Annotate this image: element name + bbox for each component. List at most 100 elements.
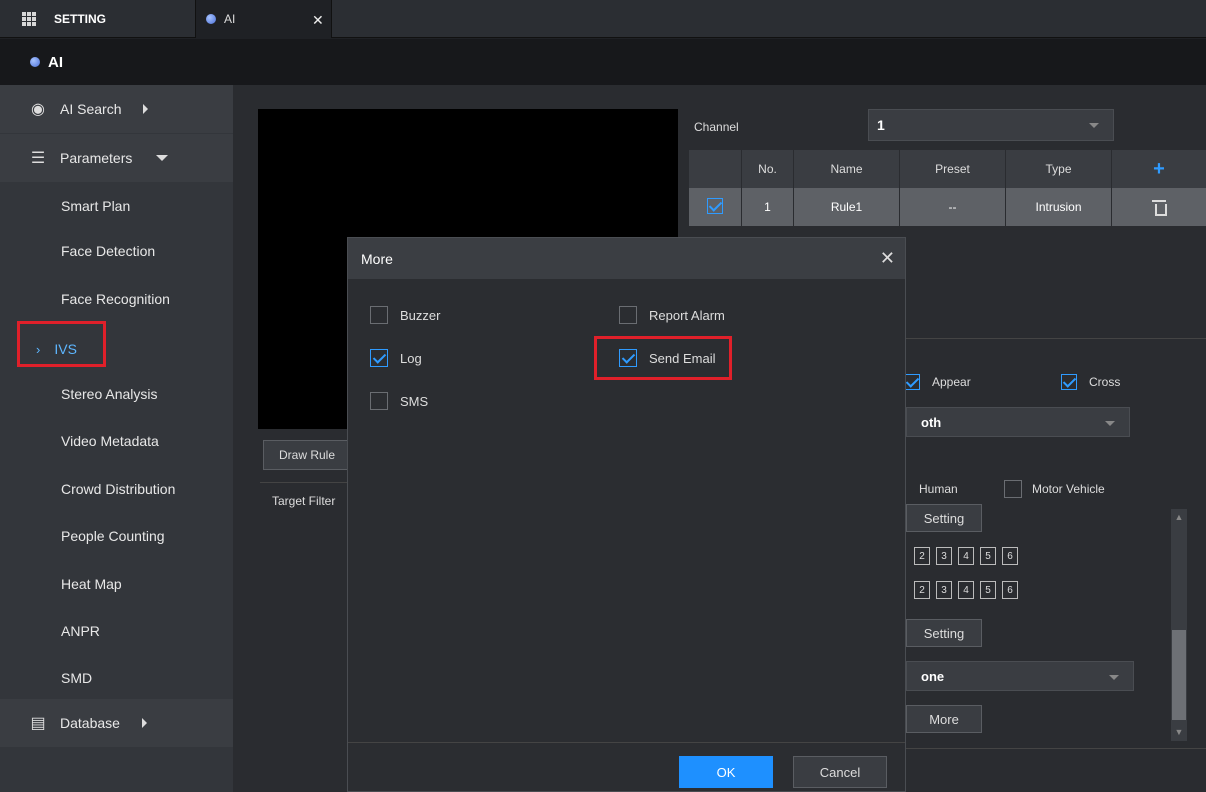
cross-option[interactable]: Cross <box>1061 374 1120 390</box>
channel-select[interactable]: 1 <box>868 109 1114 141</box>
cell-name: Rule1 <box>793 188 899 226</box>
channel-label: Channel <box>694 120 739 134</box>
sidebar-item-smart-plan[interactable]: Smart Plan <box>0 182 233 230</box>
ai-search-icon: ◉ <box>31 101 45 118</box>
sidebar-item-label: ANPR <box>61 623 100 639</box>
sidebar-item-ai-search[interactable]: ◉ AI Search <box>0 85 233 133</box>
chevron-down-icon <box>1109 675 1119 680</box>
log-option[interactable]: Log <box>370 349 422 367</box>
scrollbar-thumb[interactable] <box>1172 630 1186 720</box>
motor-vehicle-label: Motor Vehicle <box>1032 482 1105 496</box>
cell-preset: -- <box>899 188 1005 226</box>
draw-rule-button[interactable]: Draw Rule <box>263 440 351 470</box>
dialog-footer-divider <box>348 742 905 743</box>
sidebar-item-label: Face Detection <box>61 243 156 259</box>
sidebar: ◉ AI Search ☰ Parameters Smart Plan Face… <box>0 85 233 792</box>
rule-enable-checkbox[interactable] <box>707 197 723 214</box>
period-4[interactable]: 4 <box>958 581 974 599</box>
add-rule-icon[interactable]: + <box>1153 158 1165 181</box>
dialog-header: More ✕ <box>348 238 905 279</box>
buzzer-option[interactable]: Buzzer <box>370 306 440 324</box>
sidebar-item-heat-map[interactable]: Heat Map <box>0 560 233 608</box>
period-5[interactable]: 5 <box>980 547 996 565</box>
motor-vehicle-option[interactable]: Motor Vehicle <box>1004 480 1105 498</box>
linkage-select[interactable]: one <box>906 661 1134 691</box>
col-no: No. <box>741 150 793 188</box>
sidebar-item-face-detection[interactable]: Face Detection <box>0 227 233 275</box>
cross-label: Cross <box>1089 375 1121 389</box>
col-type: Type <box>1005 150 1111 188</box>
sidebar-item-smd[interactable]: SMD <box>0 654 233 702</box>
appear-checkbox[interactable] <box>904 374 920 390</box>
more-dialog: More ✕ Buzzer Report Alarm Log Send Emai… <box>347 237 906 792</box>
direction-select[interactable]: oth <box>906 407 1130 437</box>
buzzer-checkbox[interactable] <box>370 306 388 324</box>
ok-button[interactable]: OK <box>679 756 773 788</box>
appear-label: Appear <box>932 375 971 389</box>
tab-setting-label: SETTING <box>54 12 107 26</box>
send-email-highlight-box <box>594 336 732 380</box>
period-3[interactable]: 3 <box>936 581 952 599</box>
appear-option[interactable]: Appear <box>904 374 971 390</box>
sidebar-item-label: Stereo Analysis <box>61 386 158 402</box>
motor-vehicle-checkbox[interactable] <box>1004 480 1022 498</box>
sidebar-item-label: Smart Plan <box>61 198 131 214</box>
sms-checkbox[interactable] <box>370 392 388 410</box>
setting-button[interactable]: Setting <box>906 504 982 532</box>
chevron-down-icon <box>1089 123 1099 128</box>
sidebar-item-video-metadata[interactable]: Video Metadata <box>0 417 233 465</box>
log-label: Log <box>400 350 422 366</box>
scroll-up-icon[interactable]: ▲ <box>1171 512 1187 522</box>
sidebar-item-face-recognition[interactable]: Face Recognition <box>0 275 233 323</box>
close-icon[interactable]: ✕ <box>880 248 895 269</box>
sidebar-item-anpr[interactable]: ANPR <box>0 607 233 655</box>
rule-table: No. Name Preset Type + 1 Rule1 -- Intrus… <box>689 150 1206 226</box>
sidebar-item-crowd-distribution[interactable]: Crowd Distribution <box>0 465 233 513</box>
divider <box>904 748 1206 749</box>
period-2[interactable]: 2 <box>914 581 930 599</box>
setting-button[interactable]: Setting <box>906 619 982 647</box>
log-checkbox[interactable] <box>370 349 388 367</box>
period-4[interactable]: 4 <box>958 547 974 565</box>
sidebar-item-database[interactable]: ▤ Database <box>0 699 233 747</box>
sidebar-item-parameters[interactable]: ☰ Parameters <box>0 134 233 182</box>
list-icon: ☰ <box>30 150 46 167</box>
chevron-right-icon <box>141 718 147 728</box>
scroll-down-icon[interactable]: ▼ <box>1171 727 1187 737</box>
period-row-2: 2 3 4 5 6 <box>904 581 1018 599</box>
delete-icon[interactable] <box>1152 200 1167 216</box>
period-2[interactable]: 2 <box>914 547 930 565</box>
human-option[interactable]: Human <box>903 480 958 498</box>
sidebar-item-label: Crowd Distribution <box>61 481 176 497</box>
page-title-bar: AI <box>0 39 1206 85</box>
cell-no: 1 <box>741 188 793 226</box>
sidebar-item-people-counting[interactable]: People Counting <box>0 512 233 560</box>
period-6[interactable]: 6 <box>1002 547 1018 565</box>
sidebar-item-stereo-analysis[interactable]: Stereo Analysis <box>0 370 233 418</box>
close-tab-icon[interactable]: ✕ <box>312 12 324 29</box>
sms-option[interactable]: SMS <box>370 392 428 410</box>
report-alarm-checkbox[interactable] <box>619 306 637 324</box>
sidebar-item-label: AI Search <box>60 101 122 117</box>
sidebar-item-label: Database <box>60 715 120 731</box>
period-5[interactable]: 5 <box>980 581 996 599</box>
sidebar-item-label: Video Metadata <box>61 433 159 449</box>
buzzer-label: Buzzer <box>400 307 441 323</box>
cell-type: Intrusion <box>1005 188 1111 226</box>
target-filter-label: Target Filter <box>272 494 336 508</box>
sidebar-item-label: Parameters <box>60 150 133 166</box>
more-button[interactable]: More <box>906 705 982 733</box>
period-3[interactable]: 3 <box>936 547 952 565</box>
grid-menu-icon <box>22 12 36 26</box>
cross-checkbox[interactable] <box>1061 374 1077 390</box>
human-label: Human <box>919 482 958 496</box>
table-row[interactable]: 1 Rule1 -- Intrusion <box>689 188 1206 226</box>
cancel-button[interactable]: Cancel <box>793 756 887 788</box>
report-alarm-option[interactable]: Report Alarm <box>619 306 725 324</box>
chevron-down-icon <box>1105 421 1115 426</box>
tab-setting[interactable]: SETTING <box>0 0 196 38</box>
divider <box>260 482 350 483</box>
report-alarm-label: Report Alarm <box>649 307 725 323</box>
table-header: No. Name Preset Type + <box>689 150 1206 188</box>
period-6[interactable]: 6 <box>1002 581 1018 599</box>
